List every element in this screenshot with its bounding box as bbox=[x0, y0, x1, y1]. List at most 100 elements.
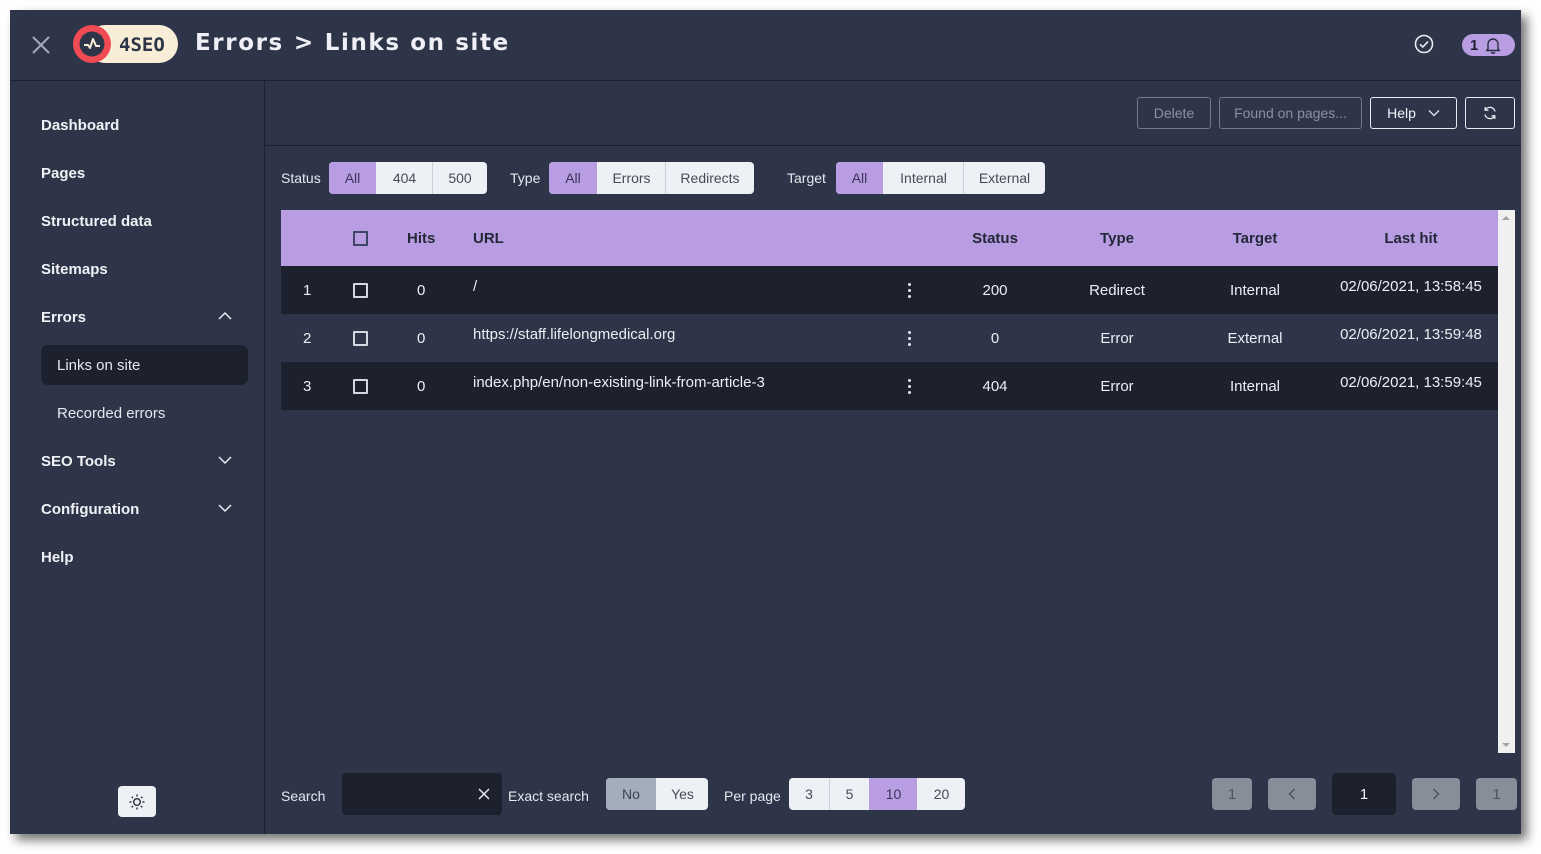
sidebar-item-label: Configuration bbox=[41, 500, 140, 518]
status-filter-all[interactable]: All bbox=[329, 162, 376, 194]
search-field[interactable] bbox=[342, 773, 502, 815]
found-on-pages-button[interactable]: Found on pages... bbox=[1219, 97, 1362, 129]
row-checkbox[interactable] bbox=[353, 330, 368, 346]
column-header-status[interactable]: Status bbox=[955, 210, 1035, 266]
row-target: External bbox=[1227, 329, 1283, 347]
table-footer: Search Exact search No Yes Per page 3 5 … bbox=[265, 753, 1521, 834]
delete-button[interactable]: Delete bbox=[1137, 97, 1211, 129]
row-index: 1 bbox=[303, 281, 312, 299]
prev-page-button[interactable] bbox=[1268, 778, 1316, 810]
table-row[interactable]: 3 0 index.php/en/non-existing-link-from-… bbox=[281, 362, 1498, 410]
per-page-10[interactable]: 10 bbox=[869, 778, 917, 810]
sidebar-item-label: Dashboard bbox=[41, 116, 120, 134]
table-scrollbar[interactable] bbox=[1498, 210, 1515, 753]
sidebar-item-pages[interactable]: Pages bbox=[41, 153, 248, 193]
target-filter-external[interactable]: External bbox=[963, 162, 1045, 194]
target-filter-all[interactable]: All bbox=[836, 162, 883, 194]
select-all-checkbox[interactable] bbox=[353, 210, 368, 266]
chevron-up-icon bbox=[218, 311, 232, 320]
chevron-down-icon bbox=[1428, 110, 1440, 117]
exact-search-no[interactable]: No bbox=[606, 778, 656, 810]
row-last-hit: 02/06/2021, 13:59:48 bbox=[1340, 326, 1482, 343]
row-url[interactable]: / bbox=[473, 266, 477, 314]
type-filter-label: Type bbox=[510, 170, 541, 186]
per-page-5[interactable]: 5 bbox=[829, 778, 869, 810]
search-input[interactable] bbox=[342, 773, 472, 815]
sidebar-item-sitemaps[interactable]: Sitemaps bbox=[41, 249, 248, 289]
notification-count: 1 bbox=[1470, 36, 1479, 54]
row-actions-button[interactable] bbox=[907, 266, 911, 314]
row-actions-button[interactable] bbox=[907, 362, 911, 410]
row-checkbox-cell bbox=[353, 314, 368, 362]
breadcrumb-parent[interactable]: Errors bbox=[195, 30, 284, 56]
type-filter: All Errors Redirects bbox=[549, 162, 754, 194]
target-filter: All Internal External bbox=[836, 162, 1045, 194]
sidebar-item-label: Structured data bbox=[41, 212, 152, 230]
row-actions-button[interactable] bbox=[907, 314, 911, 362]
per-page-20[interactable]: 20 bbox=[917, 778, 965, 810]
row-hits: 0 bbox=[417, 329, 426, 347]
row-status: 404 bbox=[982, 377, 1008, 395]
sidebar-item-errors[interactable]: Errors bbox=[41, 297, 248, 337]
next-page-button[interactable] bbox=[1412, 778, 1460, 810]
per-page-3[interactable]: 3 bbox=[789, 778, 829, 810]
breadcrumb-separator: > bbox=[293, 30, 315, 56]
column-header-last-hit[interactable]: Last hit bbox=[1331, 210, 1491, 266]
column-header-type[interactable]: Type bbox=[1077, 210, 1157, 266]
help-dropdown-button[interactable]: Help bbox=[1370, 97, 1457, 129]
column-header-url[interactable]: URL bbox=[473, 210, 504, 266]
row-checkbox[interactable] bbox=[353, 378, 368, 394]
status-filter-404[interactable]: 404 bbox=[376, 162, 432, 194]
refresh-button[interactable] bbox=[1465, 97, 1515, 129]
sidebar-item-seo-tools[interactable]: SEO Tools bbox=[41, 441, 248, 481]
status-check-button[interactable] bbox=[1413, 33, 1435, 55]
header: 4SEO Errors > Links on site 1 bbox=[10, 10, 1521, 81]
last-page-button[interactable]: 1 bbox=[1476, 778, 1517, 810]
scroll-up-arrow-icon[interactable] bbox=[1502, 216, 1510, 220]
target-filter-internal[interactable]: Internal bbox=[883, 162, 963, 194]
type-filter-all[interactable]: All bbox=[549, 162, 597, 194]
sidebar-item-label: Links on site bbox=[57, 356, 141, 374]
refresh-icon bbox=[1484, 106, 1496, 120]
exact-search-toggle: No Yes bbox=[606, 778, 708, 810]
sidebar-item-dashboard[interactable]: Dashboard bbox=[41, 105, 248, 145]
checkbox[interactable] bbox=[353, 230, 368, 246]
type-filter-redirects[interactable]: Redirects bbox=[665, 162, 754, 194]
kebab-menu-icon bbox=[907, 330, 911, 346]
app-window: 4SEO Errors > Links on site 1 Dashboard Pa… bbox=[10, 10, 1521, 834]
status-filter-500[interactable]: 500 bbox=[432, 162, 487, 194]
close-button[interactable] bbox=[30, 34, 52, 56]
app-logo: 4SEO bbox=[72, 24, 179, 64]
target-filter-label: Target bbox=[787, 170, 826, 186]
table-row[interactable]: 2 0 https://staff.lifelongmedical.org 0 … bbox=[281, 314, 1498, 362]
sidebar-item-configuration[interactable]: Configuration bbox=[41, 489, 248, 529]
row-checkbox[interactable] bbox=[353, 282, 368, 298]
scroll-down-arrow-icon[interactable] bbox=[1502, 743, 1510, 747]
chevron-down-icon bbox=[218, 504, 232, 513]
theme-toggle-button[interactable] bbox=[118, 786, 156, 817]
row-status: 0 bbox=[990, 329, 1000, 347]
bell-icon bbox=[1486, 38, 1501, 54]
row-index: 3 bbox=[303, 377, 312, 395]
first-page-button[interactable]: 1 bbox=[1212, 778, 1252, 810]
row-target: Internal bbox=[1229, 281, 1281, 299]
sidebar-item-structured-data[interactable]: Structured data bbox=[41, 201, 248, 241]
table-row[interactable]: 1 0 / 200 Redirect Internal 02/06/2021, … bbox=[281, 266, 1498, 314]
sidebar-item-help[interactable]: Help bbox=[41, 537, 248, 577]
type-filter-errors[interactable]: Errors bbox=[597, 162, 665, 194]
row-target: Internal bbox=[1229, 377, 1281, 395]
row-url[interactable]: index.php/en/non-existing-link-from-arti… bbox=[473, 362, 765, 410]
sidebar-item-label: Recorded errors bbox=[57, 404, 166, 422]
notifications-button[interactable]: 1 bbox=[1462, 34, 1515, 56]
row-url[interactable]: https://staff.lifelongmedical.org bbox=[473, 314, 675, 362]
column-header-target[interactable]: Target bbox=[1215, 210, 1295, 266]
row-status: 200 bbox=[982, 281, 1008, 299]
column-header-hits[interactable]: Hits bbox=[407, 210, 435, 266]
found-on-pages-label: Found on pages... bbox=[1234, 105, 1347, 121]
exact-search-yes[interactable]: Yes bbox=[656, 778, 708, 810]
sidebar-item-links-on-site[interactable]: Links on site bbox=[41, 345, 248, 385]
sidebar-item-recorded-errors[interactable]: Recorded errors bbox=[41, 393, 248, 433]
current-page[interactable]: 1 bbox=[1332, 773, 1396, 815]
kebab-menu-icon bbox=[907, 378, 911, 394]
clear-search-icon[interactable] bbox=[477, 787, 491, 801]
